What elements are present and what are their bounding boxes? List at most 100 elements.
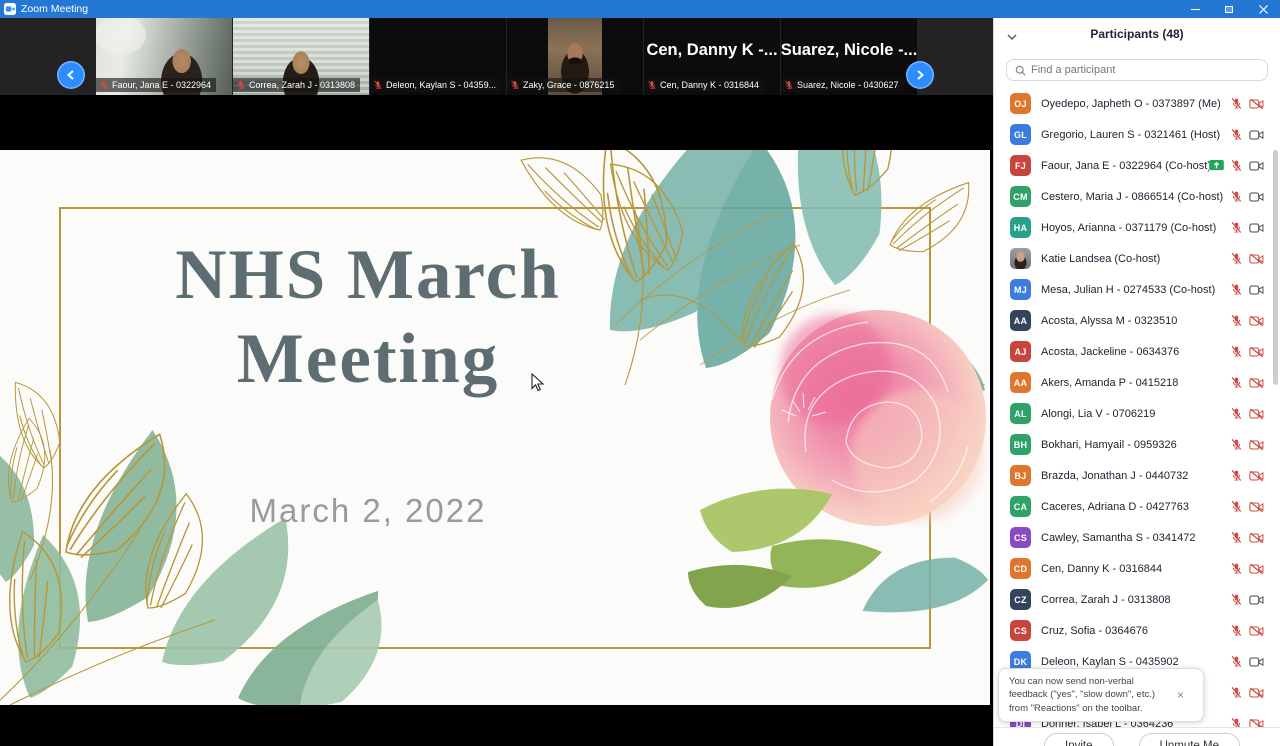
participant-status-icons [1230,376,1264,389]
muted-mic-icon [100,80,108,90]
participant-search[interactable] [1006,59,1268,81]
search-input[interactable] [1031,64,1259,76]
participant-row[interactable]: GL Gregorio, Lauren S - 0321461 (Host) [994,119,1280,150]
video-thumbnail[interactable]: Cen, Danny K -... Cen, Danny K - 0316844 [644,18,780,95]
participant-name: Mesa, Julian H - 0274533 (Co-host) [1041,283,1216,296]
participant-row[interactable]: AJ Acosta, Jackeline - 0634376 [994,336,1280,367]
avatar: GL [1010,124,1031,145]
participant-name: Deleon, Kaylan S - 0435902 [1041,655,1179,668]
participant-status-icons [1230,407,1264,420]
participant-row[interactable]: CS Cawley, Samantha S - 0341472 [994,522,1280,553]
video-off-icon [1249,315,1264,326]
video-off-icon [1249,408,1264,419]
avatar: FJ [1010,155,1031,176]
participants-list[interactable]: OJ Oyedepo, Japheth O - 0373897 (Me) GL … [994,88,1280,727]
close-button[interactable] [1246,0,1280,18]
video-off-icon [1249,253,1264,264]
avatar: CS [1010,527,1031,548]
muted-mic-icon [1231,128,1242,140]
avatar: CZ [1010,589,1031,610]
avatar: AJ [1010,341,1031,362]
close-icon[interactable]: × [1177,689,1184,701]
muted-mic-icon [1231,407,1242,419]
video-thumbnail[interactable]: Faour, Jana E - 0322964 [96,18,232,95]
minimize-button[interactable] [1178,0,1212,18]
participant-row[interactable]: BH Bokhari, Hamyail - 0959326 [994,429,1280,460]
maximize-button[interactable] [1212,0,1246,18]
muted-mic-icon [1231,593,1242,605]
muted-mic-icon [1231,159,1242,171]
participant-row[interactable]: AA Akers, Amanda P - 0415218 [994,367,1280,398]
participants-title: Participants (48) [1090,27,1184,41]
participant-status-icons [1209,159,1264,172]
chevron-right-icon [917,70,925,80]
video-off-icon [1249,563,1264,574]
video-off-icon [1249,625,1264,636]
participant-name: Faour, Jana E - 0322964 (Co-host) [1041,159,1209,172]
participant-status-icons [1230,593,1264,606]
participant-name: Akers, Amanda P - 0415218 [1041,376,1179,389]
participant-row[interactable]: CM Cestero, Maria J - 0866514 (Co-host) [994,181,1280,212]
muted-mic-icon [1231,438,1242,450]
participant-row[interactable]: MJ Mesa, Julian H - 0274533 (Co-host) [994,274,1280,305]
filmstrip-prev-button[interactable] [57,61,85,89]
video-thumbnail[interactable]: Correa, Zarah J - 0313808 [233,18,369,95]
avatar: AL [1010,403,1031,424]
participant-row[interactable]: BJ Brazda, Jonathan J - 0440732 [994,460,1280,491]
unmute-me-button[interactable]: Unmute Me [1138,733,1240,746]
thumbnail-label: Correa, Zarah J - 0313808 [233,78,361,92]
video-thumbnail[interactable]: Zaky, Grace - 0876215 [507,18,643,95]
participant-status-icons [1230,686,1264,699]
participant-row[interactable]: FJ Faour, Jana E - 0322964 (Co-host) [994,150,1280,181]
thumbnail-label-text: Deleon, Kaylan S - 04359... [386,80,497,90]
shared-screen-slide: NHS March Meeting March 2, 2022 [0,150,990,705]
participant-row[interactable]: OJ Oyedepo, Japheth O - 0373897 (Me) [994,88,1280,119]
video-off-icon [1249,377,1264,388]
participant-row[interactable]: HA Hoyos, Arianna - 0371179 (Co-host) [994,212,1280,243]
video-thumbnail[interactable]: Suarez, Nicole -... Suarez, Nicole - 043… [781,18,917,95]
video-thumbnail[interactable]: Deleon, Kaylan S - 04359... [370,18,506,95]
thumbnail-label-text: Cen, Danny K - 0316844 [660,80,760,90]
avatar: CA [1010,496,1031,517]
avatar: OJ [1010,93,1031,114]
avatar: BJ [1010,465,1031,486]
participant-row[interactable]: Katie Landsea (Co-host) [994,243,1280,274]
participant-status-icons [1230,128,1264,141]
participant-status-icons [1230,438,1264,451]
muted-mic-icon [1231,469,1242,481]
participant-row[interactable]: CA Caceres, Adriana D - 0427763 [994,491,1280,522]
participant-name: Katie Landsea (Co-host) [1041,252,1161,265]
participant-row[interactable]: CZ Correa, Zarah J - 0313808 [994,584,1280,615]
minimize-icon [1190,8,1200,10]
participant-name: Cawley, Samantha S - 0341472 [1041,531,1196,544]
participant-row[interactable]: CS Cruz, Sofia - 0364676 [994,615,1280,646]
video-on-icon [1249,285,1264,294]
maximize-icon [1225,5,1233,13]
participant-row[interactable]: AL Alongi, Lia V - 0706219 [994,398,1280,429]
invite-button[interactable]: Invite [1044,733,1114,746]
participant-name: Gregorio, Lauren S - 0321461 (Host) [1041,128,1221,141]
filmstrip-next-button[interactable] [906,61,934,89]
participant-row[interactable]: CD Cen, Danny K - 0316844 [994,553,1280,584]
chevron-left-icon [66,70,74,80]
avatar-photo [1010,248,1031,269]
participant-name: Cen, Danny K - 0316844 [1041,562,1163,575]
participant-name: Correa, Zarah J - 0313808 [1041,593,1171,606]
muted-mic-icon [1231,531,1242,543]
thumbnail-label: Zaky, Grace - 0876215 [507,78,620,92]
screen-share-icon [1209,160,1224,171]
participant-status-icons [1230,531,1264,544]
participant-status-icons [1230,624,1264,637]
participant-row[interactable]: AA Acosta, Alyssa M - 0323510 [994,305,1280,336]
thumbnail-label: Suarez, Nicole - 0430627 [781,78,904,92]
participants-panel: Participants (48) OJ Oyedepo, Japheth O … [993,18,1280,746]
muted-mic-icon [1231,624,1242,636]
thumbnail-label-text: Correa, Zarah J - 0313808 [249,80,356,90]
muted-mic-icon [1231,500,1242,512]
participant-status-icons [1230,283,1264,296]
participant-name: Bokhari, Hamyail - 0959326 [1041,438,1177,451]
close-icon [1258,4,1268,14]
scrollbar[interactable] [1273,150,1278,385]
participant-name: Caceres, Adriana D - 0427763 [1041,500,1189,513]
avatar: BH [1010,434,1031,455]
